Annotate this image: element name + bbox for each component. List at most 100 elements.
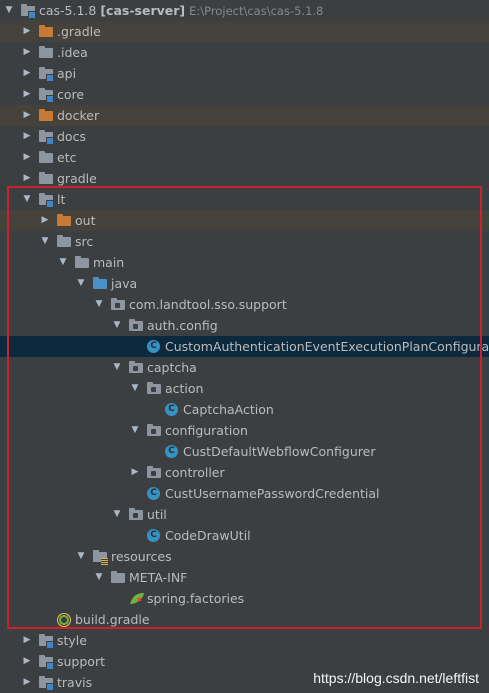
tree-node-label: core <box>57 87 85 102</box>
tree-node-cas-5-1-8[interactable]: ▼ cas-5.1.8 [cas-server] E:\Project\cas\ca… <box>0 0 489 21</box>
module-folder-icon <box>39 655 54 670</box>
tree-node-lt[interactable]: ▼ lt <box>0 189 489 210</box>
collapse-arrow-icon[interactable]: ▼ <box>111 315 123 336</box>
tree-node-idea[interactable]: ▶ .idea <box>0 42 489 63</box>
collapse-arrow-icon[interactable]: ▼ <box>21 189 33 210</box>
tree-node-label: style <box>57 633 87 648</box>
resources-folder-icon <box>93 550 108 565</box>
tree-node-etc[interactable]: ▶ etc <box>0 147 489 168</box>
package-icon <box>129 319 143 332</box>
package-icon <box>147 466 161 479</box>
collapse-arrow-icon[interactable]: ▼ <box>39 231 51 252</box>
module-name: [cas-server] <box>100 3 186 18</box>
tree-node-label: resources <box>111 549 172 564</box>
tree-node-label: src <box>75 234 94 249</box>
tree-node-gradle[interactable]: ▶ gradle <box>0 168 489 189</box>
tree-node-controller[interactable]: ▶ controller <box>0 462 489 483</box>
collapse-arrow-icon[interactable]: ▼ <box>57 252 69 273</box>
tree-node-custusernamepasswordcredential[interactable]: C CustUsernamePasswordCredential <box>0 483 489 504</box>
tree-node-label: .gradle <box>57 24 101 39</box>
tree-node-label: CustDefaultWebflowConfigurer <box>183 444 376 459</box>
tree-node-label: util <box>147 507 167 522</box>
tree-node-spring-factories[interactable]: spring.factories <box>0 588 489 609</box>
folder-icon <box>39 172 53 185</box>
tree-node-meta-inf[interactable]: ▼ META-INF <box>0 567 489 588</box>
tree-node-label: support <box>57 654 105 669</box>
tree-node-label: lt <box>57 192 66 207</box>
watermark: https://blog.csdn.net/leftfist <box>313 670 479 686</box>
tree-node-java[interactable]: ▼ java <box>0 273 489 294</box>
java-class-icon: C <box>165 445 178 458</box>
expand-arrow-icon[interactable]: ▶ <box>21 147 33 168</box>
tree-node-main[interactable]: ▼ main <box>0 252 489 273</box>
expand-arrow-icon[interactable]: ▶ <box>21 126 33 147</box>
expand-arrow-icon[interactable]: ▶ <box>21 105 33 126</box>
tree-node-label: com.landtool.sso.support <box>129 297 287 312</box>
collapse-arrow-icon[interactable]: ▼ <box>111 357 123 378</box>
java-class-icon: C <box>147 340 160 353</box>
tree-node-gradle[interactable]: ▶ .gradle <box>0 21 489 42</box>
collapse-arrow-icon[interactable]: ▼ <box>93 294 105 315</box>
module-folder-icon <box>39 634 54 649</box>
tree-node-build-gradle[interactable]: build.gradle <box>0 609 489 630</box>
tree-node-label: auth.config <box>147 318 218 333</box>
tree-node-out[interactable]: ▶ out <box>0 210 489 231</box>
excluded-folder-icon <box>39 25 53 38</box>
collapse-arrow-icon[interactable]: ▼ <box>75 546 87 567</box>
tree-node-style[interactable]: ▶ style <box>0 630 489 651</box>
excluded-folder-icon <box>39 109 53 122</box>
tree-node-captchaaction[interactable]: C CaptchaAction <box>0 399 489 420</box>
project-path: E:\Project\cas\cas-5.1.8 <box>189 4 324 18</box>
tree-node-action[interactable]: ▼ action <box>0 378 489 399</box>
tree-node-label: CodeDrawUtil <box>165 528 251 543</box>
collapse-arrow-icon[interactable]: ▼ <box>3 0 15 21</box>
tree-node-label: travis <box>57 675 93 690</box>
folder-icon <box>111 571 125 584</box>
tree-node-label: main <box>93 255 125 270</box>
expand-arrow-icon[interactable]: ▶ <box>21 63 33 84</box>
tree-node-src[interactable]: ▼ src <box>0 231 489 252</box>
expand-arrow-icon[interactable]: ▶ <box>21 21 33 42</box>
tree-node-captcha[interactable]: ▼ captcha <box>0 357 489 378</box>
tree-node-util[interactable]: ▼ util <box>0 504 489 525</box>
expand-arrow-icon[interactable]: ▶ <box>39 210 51 231</box>
collapse-arrow-icon[interactable]: ▼ <box>129 378 141 399</box>
expand-arrow-icon[interactable]: ▶ <box>21 630 33 651</box>
module-folder-icon <box>39 67 54 82</box>
tree-node-label: META-INF <box>129 570 188 585</box>
tree-node-codedrawutil[interactable]: C CodeDrawUtil <box>0 525 489 546</box>
tree-node-label: configuration <box>165 423 248 438</box>
tree-node-customauthenticationeventexecutionplanconfiguration[interactable]: C CustomAuthenticationEventExecutionPlanC… <box>0 336 489 357</box>
folder-icon <box>39 46 53 59</box>
tree-node-docs[interactable]: ▶ docs <box>0 126 489 147</box>
tree-node-label: action <box>165 381 204 396</box>
tree-node-resources[interactable]: ▼ resources <box>0 546 489 567</box>
tree-node-label: gradle <box>57 171 97 186</box>
tree-node-label: .idea <box>57 45 88 60</box>
expand-arrow-icon[interactable]: ▶ <box>21 42 33 63</box>
tree-node-auth-config[interactable]: ▼ auth.config <box>0 315 489 336</box>
tree-node-docker[interactable]: ▶ docker <box>0 105 489 126</box>
collapse-arrow-icon[interactable]: ▼ <box>93 567 105 588</box>
tree-node-custdefaultwebflowconfigurer[interactable]: C CustDefaultWebflowConfigurer <box>0 441 489 462</box>
tree-node-core[interactable]: ▶ core <box>0 84 489 105</box>
expand-arrow-icon[interactable]: ▶ <box>21 672 33 693</box>
collapse-arrow-icon[interactable]: ▼ <box>129 420 141 441</box>
package-icon <box>147 424 161 437</box>
gradle-file-icon <box>57 613 71 627</box>
tree-node-api[interactable]: ▶ api <box>0 63 489 84</box>
collapse-arrow-icon[interactable]: ▼ <box>111 504 123 525</box>
expand-arrow-icon[interactable]: ▶ <box>21 84 33 105</box>
tree-node-label: out <box>75 213 96 228</box>
expand-arrow-icon[interactable]: ▶ <box>21 168 33 189</box>
excluded-folder-icon <box>57 214 71 227</box>
expand-arrow-icon[interactable]: ▶ <box>21 651 33 672</box>
expand-arrow-icon[interactable]: ▶ <box>129 462 141 483</box>
project-tree: ▼ cas-5.1.8 [cas-server] E:\Project\cas\ca… <box>0 0 489 693</box>
tree-node-com-landtool-sso-support[interactable]: ▼ com.landtool.sso.support <box>0 294 489 315</box>
package-icon <box>147 382 161 395</box>
tree-node-configuration[interactable]: ▼ configuration <box>0 420 489 441</box>
tree-node-support[interactable]: ▶ support <box>0 651 489 672</box>
collapse-arrow-icon[interactable]: ▼ <box>75 273 87 294</box>
project-name: cas-5.1.8 <box>39 3 101 18</box>
